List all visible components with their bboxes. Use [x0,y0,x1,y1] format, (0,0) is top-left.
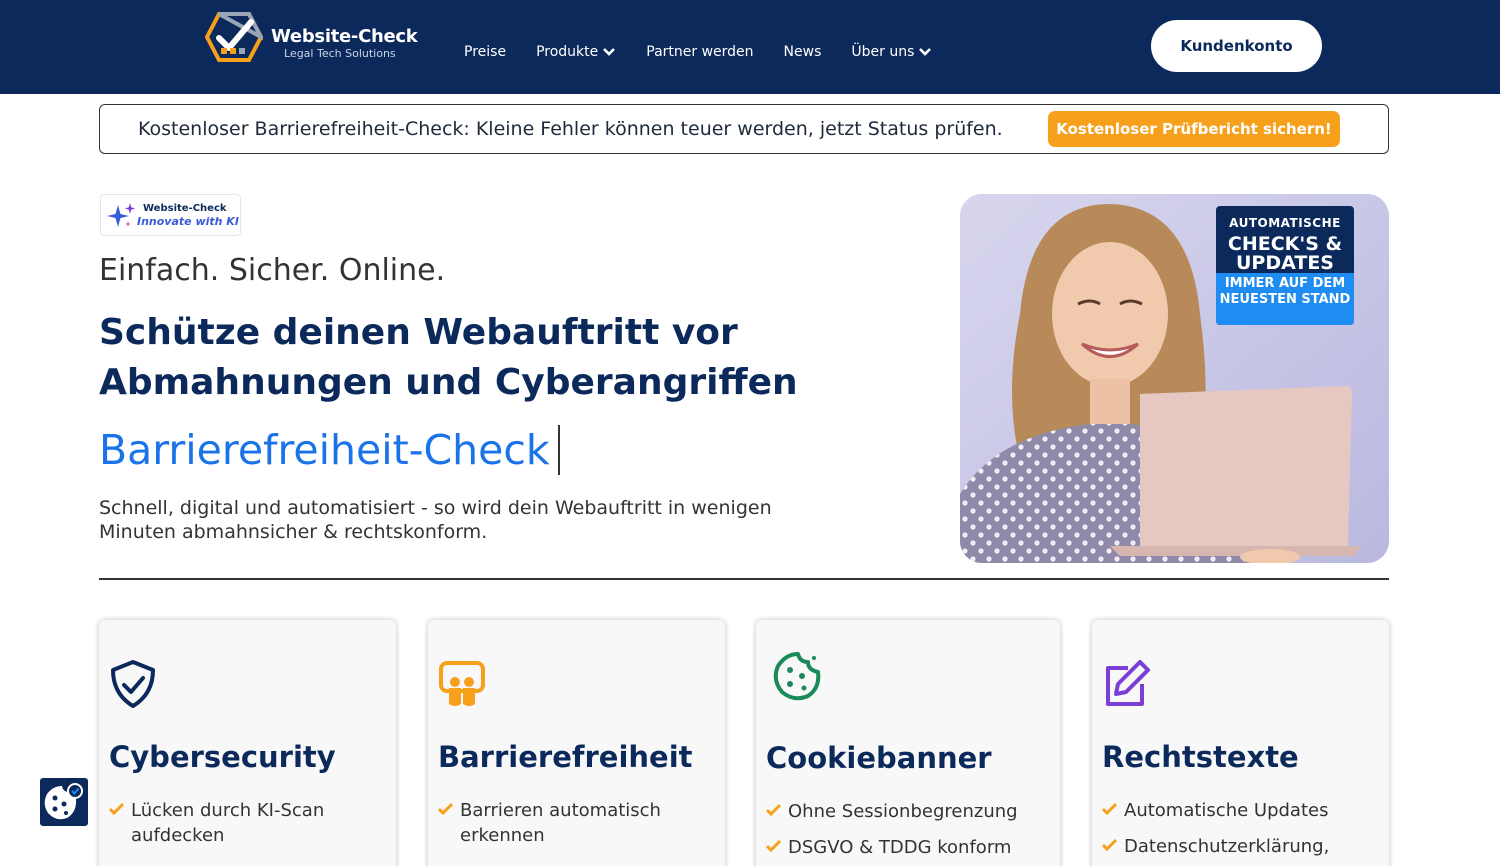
feature-text: Lücken durch KI-Scan aufdecken [131,800,325,846]
feature-list: Ohne Sessionbegrenzung DSGVO & TDDG konf… [766,799,1046,866]
site-header: Website-Check Legal Tech Solutions Preis… [0,0,1500,94]
typed-text-container: Barrierefreiheit-Check [99,424,560,476]
nav-item-partner[interactable]: Partner werden [646,44,753,60]
accessibility-icon [439,661,485,706]
site-logo[interactable]: Website-Check Legal Tech Solutions [205,12,425,64]
logo-mark-icon [205,12,263,62]
nav-label: Über uns [851,44,915,60]
nav-label: Partner werden [646,44,754,60]
card-rechtstexte[interactable]: Rechtstexte Automatische Updates Datensc… [1092,620,1389,866]
banner-text: Kostenloser Barrierefreiheit-Check: Klei… [138,118,1003,140]
cookie-settings-icon [44,783,83,820]
nav-item-produkte[interactable]: Produkte [536,44,616,60]
cookie-icon [773,652,821,701]
feature-list: Automatische Updates Datenschutzerklärun… [1102,798,1372,866]
ki-badge-title: Website-Check [143,203,227,214]
typed-text: Barrierefreiheit-Check [99,426,550,474]
hero-tagline: Einfach. Sicher. Online. [99,253,446,288]
list-item: Automatische Updates [1102,798,1372,823]
feature-text: Ohne Sessionbegrenzung [788,801,1018,822]
hero-lead: Schnell, digital und automatisiert - so … [99,497,772,543]
check-icon [438,802,453,815]
card-cybersecurity[interactable]: Cybersecurity Lücken durch KI-Scan aufde… [99,620,396,866]
ki-badge-subtitle: Innovate with KI [137,215,239,228]
hero-image: AUTOMATISCHE CHECK'S & UPDATES IMMER AUF… [960,194,1389,563]
check-icon [766,839,781,852]
cookie-settings-button[interactable] [40,778,88,826]
check-icon [1102,802,1117,815]
edit-icon [1106,660,1150,706]
card-title: Rechtstexte [1102,740,1299,774]
nav-item-preise[interactable]: Preise [464,44,506,60]
promo-line-2: CHECK'S & UPDATES [1227,233,1343,274]
list-item: Lücken durch KI-Scan aufdecken [109,798,369,848]
feature-list: Lücken durch KI-Scan aufdecken [109,798,369,859]
check-icon [109,802,124,815]
nav-item-ueber-uns[interactable]: Über uns [851,44,932,60]
list-item: DSGVO & TDDG konform [766,835,1046,860]
feature-text: DSGVO & TDDG konform [788,837,1012,858]
feature-text: Automatische Updates [1124,800,1329,821]
promo-line-3: IMMER AUF DEM NEUESTEN STAND [1219,276,1351,307]
account-button[interactable]: Kundenkonto [1151,20,1322,72]
promo-highlight: IMMER AUF DEM NEUESTEN STAND [1216,273,1354,325]
nav-item-news[interactable]: News [784,44,822,60]
ki-badge: Website-Check Innovate with KI [100,194,241,236]
check-icon [766,803,781,816]
promo-badge: AUTOMATISCHE CHECK'S & UPDATES IMMER AUF… [1216,206,1354,325]
promo-banner: Kostenloser Barrierefreiheit-Check: Klei… [99,104,1389,154]
logo-subtitle: Legal Tech Solutions [284,47,396,60]
card-barrierefreiheit[interactable]: Barrierefreiheit Barrieren automatisch e… [428,620,725,866]
shield-check-icon [111,660,155,708]
card-title: Cookiebanner [766,741,992,775]
typing-caret [557,425,560,475]
chevron-down-icon [603,48,616,56]
nav-label: News [783,44,822,60]
sparkle-icon [107,203,135,227]
promo-line-1: AUTOMATISCHE [1229,216,1341,230]
feature-list: Barrieren automatisch erkennen [438,798,698,859]
card-title: Cybersecurity [109,740,336,774]
nav-label: Preise [464,44,507,60]
hero-headline: Schütze deinen Webauftritt vor Abmahnung… [99,312,798,403]
check-icon [1102,838,1117,851]
logo-title: Website-Check [271,26,418,47]
list-item: Ohne Sessionbegrenzung [766,799,1046,824]
feature-text: Barrieren automatisch erkennen [460,800,661,846]
card-title: Barrierefreiheit [438,740,693,774]
free-report-button[interactable]: Kostenloser Prüfbericht sichern! [1048,111,1340,147]
nav-label: Produkte [536,44,599,60]
list-item: Barrieren automatisch erkennen [438,798,698,848]
main-nav: Preise Produkte Partner werden News Über… [464,44,962,60]
section-divider [99,578,1389,580]
card-cookiebanner[interactable]: Cookiebanner Ohne Sessionbegrenzung DSGV… [756,620,1060,866]
feature-text: Datenschutzerklärung, [1124,836,1330,857]
list-item: Datenschutzerklärung, [1102,834,1372,859]
chevron-down-icon [919,48,932,56]
